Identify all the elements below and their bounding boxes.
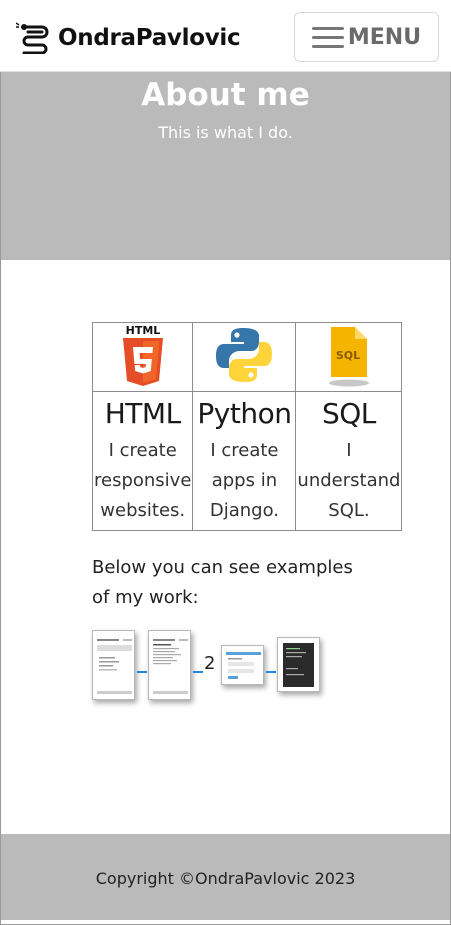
skill-description: I create responsive websites. [93,436,192,530]
skill-cell-sql: SQL I understand SQL. [295,391,403,531]
connector-line [137,671,147,673]
skill-description-line: Django. [209,500,279,521]
svg-text:SQL: SQL [336,349,360,362]
menu-button[interactable]: MENU [294,12,439,62]
copyright-text: Copyright ©OndraPavlovic 2023 [95,869,356,888]
screenshot-preview [97,639,132,694]
skill-cell-python: Python I create apps in Django. [192,391,297,531]
html5-icon: HTML [122,324,163,386]
skill-description-line: understand [297,470,401,491]
skills-icon-row: HTML SQL [91,322,403,392]
skill-description-line: SQL. [328,500,370,521]
work-example-thumbnail[interactable] [148,630,191,700]
examples-intro: Below you can see examples of my work: [92,557,353,608]
brand-name: OndraPavlovic [58,25,241,51]
svg-text:HTML: HTML [125,324,160,337]
skill-title: HTML [104,397,181,430]
work-example-thumbnail[interactable] [92,630,135,700]
work-examples-gallery: 2 [92,630,332,710]
skill-description-line: websites. [100,500,186,521]
navbar: OndraPavlovic MENU [0,0,451,72]
brand-link[interactable]: OndraPavlovic [16,22,241,54]
screenshot-preview [283,643,314,687]
work-example-thumbnail[interactable] [221,645,264,685]
skill-description-line: I create [210,440,279,461]
skills-table: HTML SQL HTML I create responsive websit… [91,322,403,531]
work-example-thumbnail[interactable] [277,637,320,692]
screenshot-preview [226,652,261,679]
examples-count: 2 [204,653,216,674]
connector-line [266,671,276,673]
skill-description: I understand SQL. [296,436,401,530]
skill-description-line: apps in [211,470,278,491]
skill-cell-html: HTML I create responsive websites. [91,391,194,531]
screenshot-preview [153,639,188,694]
skill-title: Python [197,397,292,430]
footer: Copyright ©OndraPavlovic 2023 [1,834,450,920]
python-icon [216,328,273,382]
skills-text-row: HTML I create responsive websites. Pytho… [91,391,403,531]
skill-description-line: I [346,440,352,461]
skill-icon-cell: HTML [91,322,194,392]
skill-title: SQL [321,397,376,430]
page-title: About me [141,77,310,113]
skill-icon-cell [192,322,297,392]
connector-line [193,671,203,673]
hamburger-icon [311,25,344,49]
skill-description-line: I create [108,440,177,461]
skill-description: I create apps in Django. [193,436,295,530]
menu-label: MENU [347,24,422,50]
sql-file-icon: SQL [328,327,369,387]
skill-icon-cell: SQL [295,322,403,392]
hero-banner: About me This is what I do. [1,72,450,260]
snake-logo-icon [16,22,49,54]
page-subtitle: This is what I do. [158,123,293,142]
skill-description-line: responsive [94,470,192,491]
